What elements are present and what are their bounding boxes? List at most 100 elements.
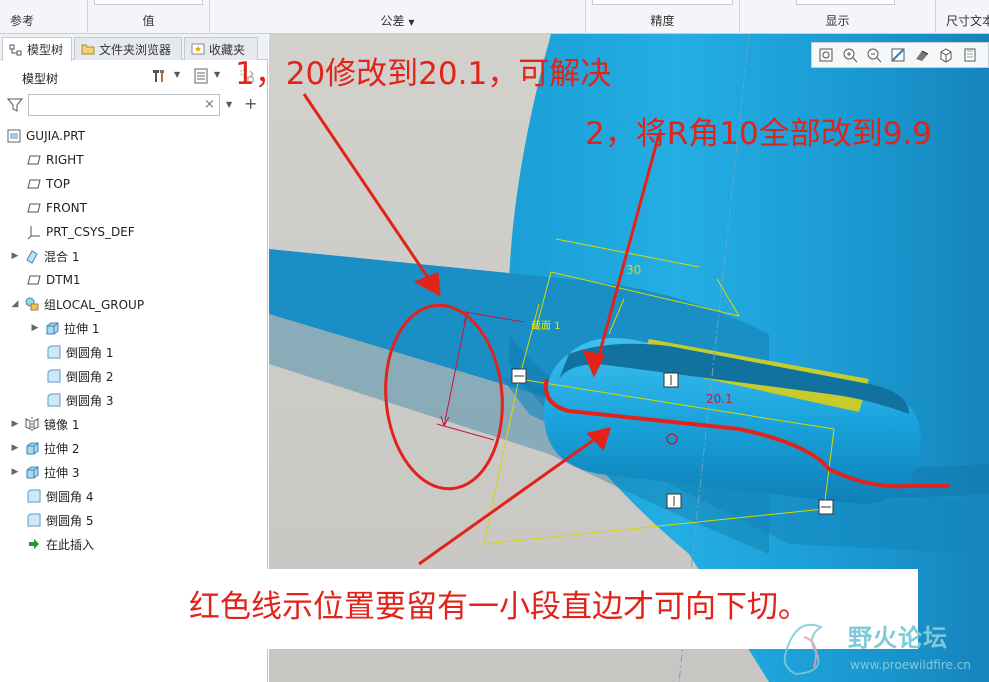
dim-20-1-label[interactable]: 20.1	[706, 392, 733, 406]
clear-search-icon[interactable]: ×	[204, 97, 215, 112]
tree-item-label: 倒圆角 5	[46, 513, 94, 528]
group-icon	[25, 297, 39, 311]
extrude-icon	[26, 466, 39, 479]
favorites-icon	[191, 43, 205, 55]
tree-item-extrude-1[interactable]: ▶ 拉伸 1	[30, 317, 100, 339]
tree-settings-icon[interactable]	[150, 67, 168, 85]
tree-item-label: 拉伸 2	[44, 441, 80, 456]
tree-item-label: PRT_CSYS_DEF	[46, 225, 135, 239]
tree-item-extrude-3[interactable]: ▶ 拉伸 3	[10, 461, 80, 483]
round-icon	[47, 393, 61, 407]
ribbon-group-value[interactable]: 值	[88, 0, 210, 34]
view-toolbar	[811, 42, 989, 68]
tree-item-round-2[interactable]: 倒圆角 2	[46, 365, 113, 387]
ribbon-group-references[interactable]: 参考	[0, 0, 88, 34]
ribbon-label-tolerance: 公差 ▼	[380, 14, 415, 28]
mirror-icon	[25, 417, 39, 431]
expand-icon[interactable]: ▶	[30, 323, 40, 333]
folder-icon	[81, 44, 95, 55]
tree-item-label: 组LOCAL_GROUP	[44, 297, 145, 312]
tree-item-local-group[interactable]: ◢ 组LOCAL_GROUP	[10, 293, 144, 315]
tree-item-front[interactable]: FRONT	[26, 197, 87, 219]
tree-item-part[interactable]: GUJIA.PRT	[6, 125, 85, 147]
tree-item-label: FRONT	[46, 201, 87, 215]
add-filter-icon[interactable]: +	[244, 94, 257, 113]
tab-folder-browser-label: 文件夹浏览器	[99, 42, 172, 57]
datum-plane-icon	[27, 155, 41, 165]
display-style-icon[interactable]	[912, 45, 932, 65]
blend-icon	[26, 250, 38, 264]
tree-item-label: 镜像 1	[44, 417, 80, 432]
tree-item-round-1[interactable]: 倒圆角 1	[46, 341, 113, 363]
ribbon-group-tolerance[interactable]: 公差 ▼	[210, 0, 586, 34]
expand-icon[interactable]: ▶	[10, 443, 20, 453]
ribbon-label-display: 显示	[825, 14, 850, 28]
round-icon	[27, 489, 41, 503]
tree-toolbar: 模型树 ▼ ▼	[0, 62, 268, 92]
display-field-strip	[796, 0, 895, 5]
expand-icon[interactable]: ▶	[10, 467, 20, 477]
tree-item-top[interactable]: TOP	[26, 173, 70, 195]
filter-icon[interactable]	[7, 97, 23, 113]
chevron-down-icon[interactable]: ▼	[174, 70, 192, 88]
zoom-out-icon[interactable]	[864, 45, 884, 65]
zoom-in-icon[interactable]	[840, 45, 860, 65]
watermark-title: 野火论坛	[848, 624, 948, 652]
tree-item-label: GUJIA.PRT	[26, 129, 86, 143]
annotation-3: 红色线示位置要留有一小段直边才可向下切。	[189, 589, 809, 625]
tab-folder-browser[interactable]: 文件夹浏览器	[74, 37, 182, 60]
extrude-icon	[26, 442, 39, 455]
annotation-2: 2，将R角10全部改到9.9	[585, 116, 933, 152]
model-tree-icon	[9, 44, 22, 55]
navigator-tabs: 模型树 文件夹浏览器 收藏夹	[0, 34, 268, 61]
expand-icon[interactable]: ▶	[10, 251, 20, 261]
ribbon-group-precision[interactable]: 精度	[586, 0, 740, 34]
tree-filter-row: × ▼ +	[0, 94, 268, 118]
ribbon-group-display[interactable]: 显示	[740, 0, 936, 34]
tree-item-label: 拉伸 3	[44, 465, 80, 480]
chevron-down-icon: ▼	[408, 18, 415, 27]
tab-model-tree[interactable]: 模型树	[2, 37, 72, 61]
tree-item-label: TOP	[46, 177, 71, 191]
ribbon-label-precision: 精度	[650, 14, 675, 28]
ribbon-label-value: 值	[142, 14, 155, 28]
repaint-icon[interactable]	[888, 45, 908, 65]
section-label: 截面 1	[531, 321, 561, 332]
tree-item-insert-here[interactable]: 在此插入	[26, 533, 94, 555]
ribbon-group-dimension-text[interactable]: 尺寸文本	[936, 0, 989, 34]
tree-item-label: RIGHT	[46, 153, 84, 167]
tree-item-extrude-2[interactable]: ▶ 拉伸 2	[10, 437, 80, 459]
dimension-ribbon: 参考 值 公差 ▼ 精度 显示 尺寸文本	[0, 0, 989, 34]
tree-item-label: 拉伸 1	[64, 321, 100, 336]
show-list-icon[interactable]	[192, 67, 210, 85]
tree-item-right[interactable]: RIGHT	[26, 149, 84, 171]
saved-orientations-icon[interactable]	[936, 45, 956, 65]
tree-item-round-3[interactable]: 倒圆角 3	[46, 389, 113, 411]
insert-arrow-icon	[29, 539, 39, 549]
tab-model-tree-label: 模型树	[27, 43, 64, 57]
precision-field-strip	[592, 0, 733, 5]
tree-item-csys[interactable]: PRT_CSYS_DEF	[26, 221, 135, 243]
part-icon	[7, 129, 21, 143]
expand-icon[interactable]: ▶	[10, 419, 20, 429]
round-icon	[47, 345, 61, 359]
datum-plane-icon	[27, 179, 41, 189]
tree-item-dtm1[interactable]: DTM1	[26, 269, 81, 291]
refit-icon[interactable]	[816, 45, 836, 65]
tree-item-label: 倒圆角 2	[66, 369, 114, 384]
view-manager-icon[interactable]	[960, 45, 980, 65]
collapse-icon[interactable]: ◢	[10, 299, 20, 309]
datum-plane-icon	[27, 275, 41, 285]
tree-item-mirror-1[interactable]: ▶ 镜像 1	[10, 413, 79, 435]
tree-search-input[interactable]	[28, 94, 220, 116]
chevron-down-icon[interactable]: ▼	[226, 100, 232, 109]
tree-item-round-5[interactable]: 倒圆角 5	[26, 509, 93, 531]
annotation-1: 1，20修改到20.1，可解决	[235, 56, 612, 92]
chevron-down-icon[interactable]: ▼	[214, 70, 232, 88]
round-icon	[47, 369, 61, 383]
ribbon-label-dimension-text: 尺寸文本	[946, 14, 989, 28]
tree-item-label: 在此插入	[46, 537, 95, 552]
value-field-strip	[94, 0, 203, 5]
tree-item-blend[interactable]: ▶ 混合 1	[10, 245, 79, 267]
tree-item-round-4[interactable]: 倒圆角 4	[26, 485, 93, 507]
